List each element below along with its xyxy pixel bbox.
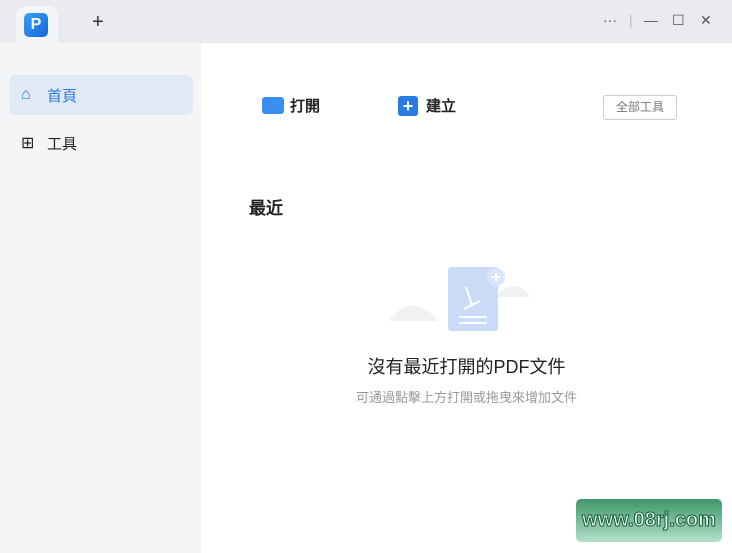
create-label: 建立 xyxy=(426,98,457,115)
new-tab-button[interactable]: + xyxy=(92,11,104,34)
sidebar-item-tools[interactable]: ⊞ 工具 xyxy=(9,123,193,163)
recent-heading: 最近 xyxy=(249,199,283,218)
open-button[interactable]: 打開 xyxy=(262,95,320,116)
main-panel: 打開 + 建立 全部工具 最近 沒有最近打開的PDF文件 可通過點擊上方打開或拖… xyxy=(201,43,732,553)
folder-icon xyxy=(262,97,284,114)
empty-pdf-illustration-icon xyxy=(388,267,531,331)
sidebar-item-label: 工具 xyxy=(47,135,78,153)
more-button[interactable]: ··· xyxy=(603,12,617,28)
app-tab[interactable]: P xyxy=(16,6,58,43)
app-logo-icon: P xyxy=(24,13,48,37)
open-label: 打開 xyxy=(290,98,321,115)
empty-title: 沒有最近打開的PDF文件 xyxy=(367,357,566,377)
sidebar-item-label: 首頁 xyxy=(47,87,78,105)
maximize-button[interactable]: ☐ xyxy=(672,12,685,29)
empty-hint: 可通過點擊上方打開或拖曳來增加文件 xyxy=(355,390,577,405)
plus-icon: + xyxy=(398,95,418,116)
divider: | xyxy=(629,12,633,28)
home-icon: ⌂ xyxy=(21,86,31,103)
grid-icon: ⊞ xyxy=(21,135,35,152)
sidebar-item-home[interactable]: ⌂ 首頁 xyxy=(9,75,193,115)
create-button[interactable]: + 建立 xyxy=(398,95,456,116)
title-bar: P + ··· | — ☐ ✕ xyxy=(0,0,732,43)
watermark: www.08rj.com xyxy=(576,499,722,542)
minimize-button[interactable]: — xyxy=(644,12,658,28)
all-tools-button[interactable]: 全部工具 xyxy=(603,95,677,120)
close-button[interactable]: ✕ xyxy=(700,12,712,29)
sidebar: ⌂ 首頁 ⊞ 工具 xyxy=(0,43,201,553)
